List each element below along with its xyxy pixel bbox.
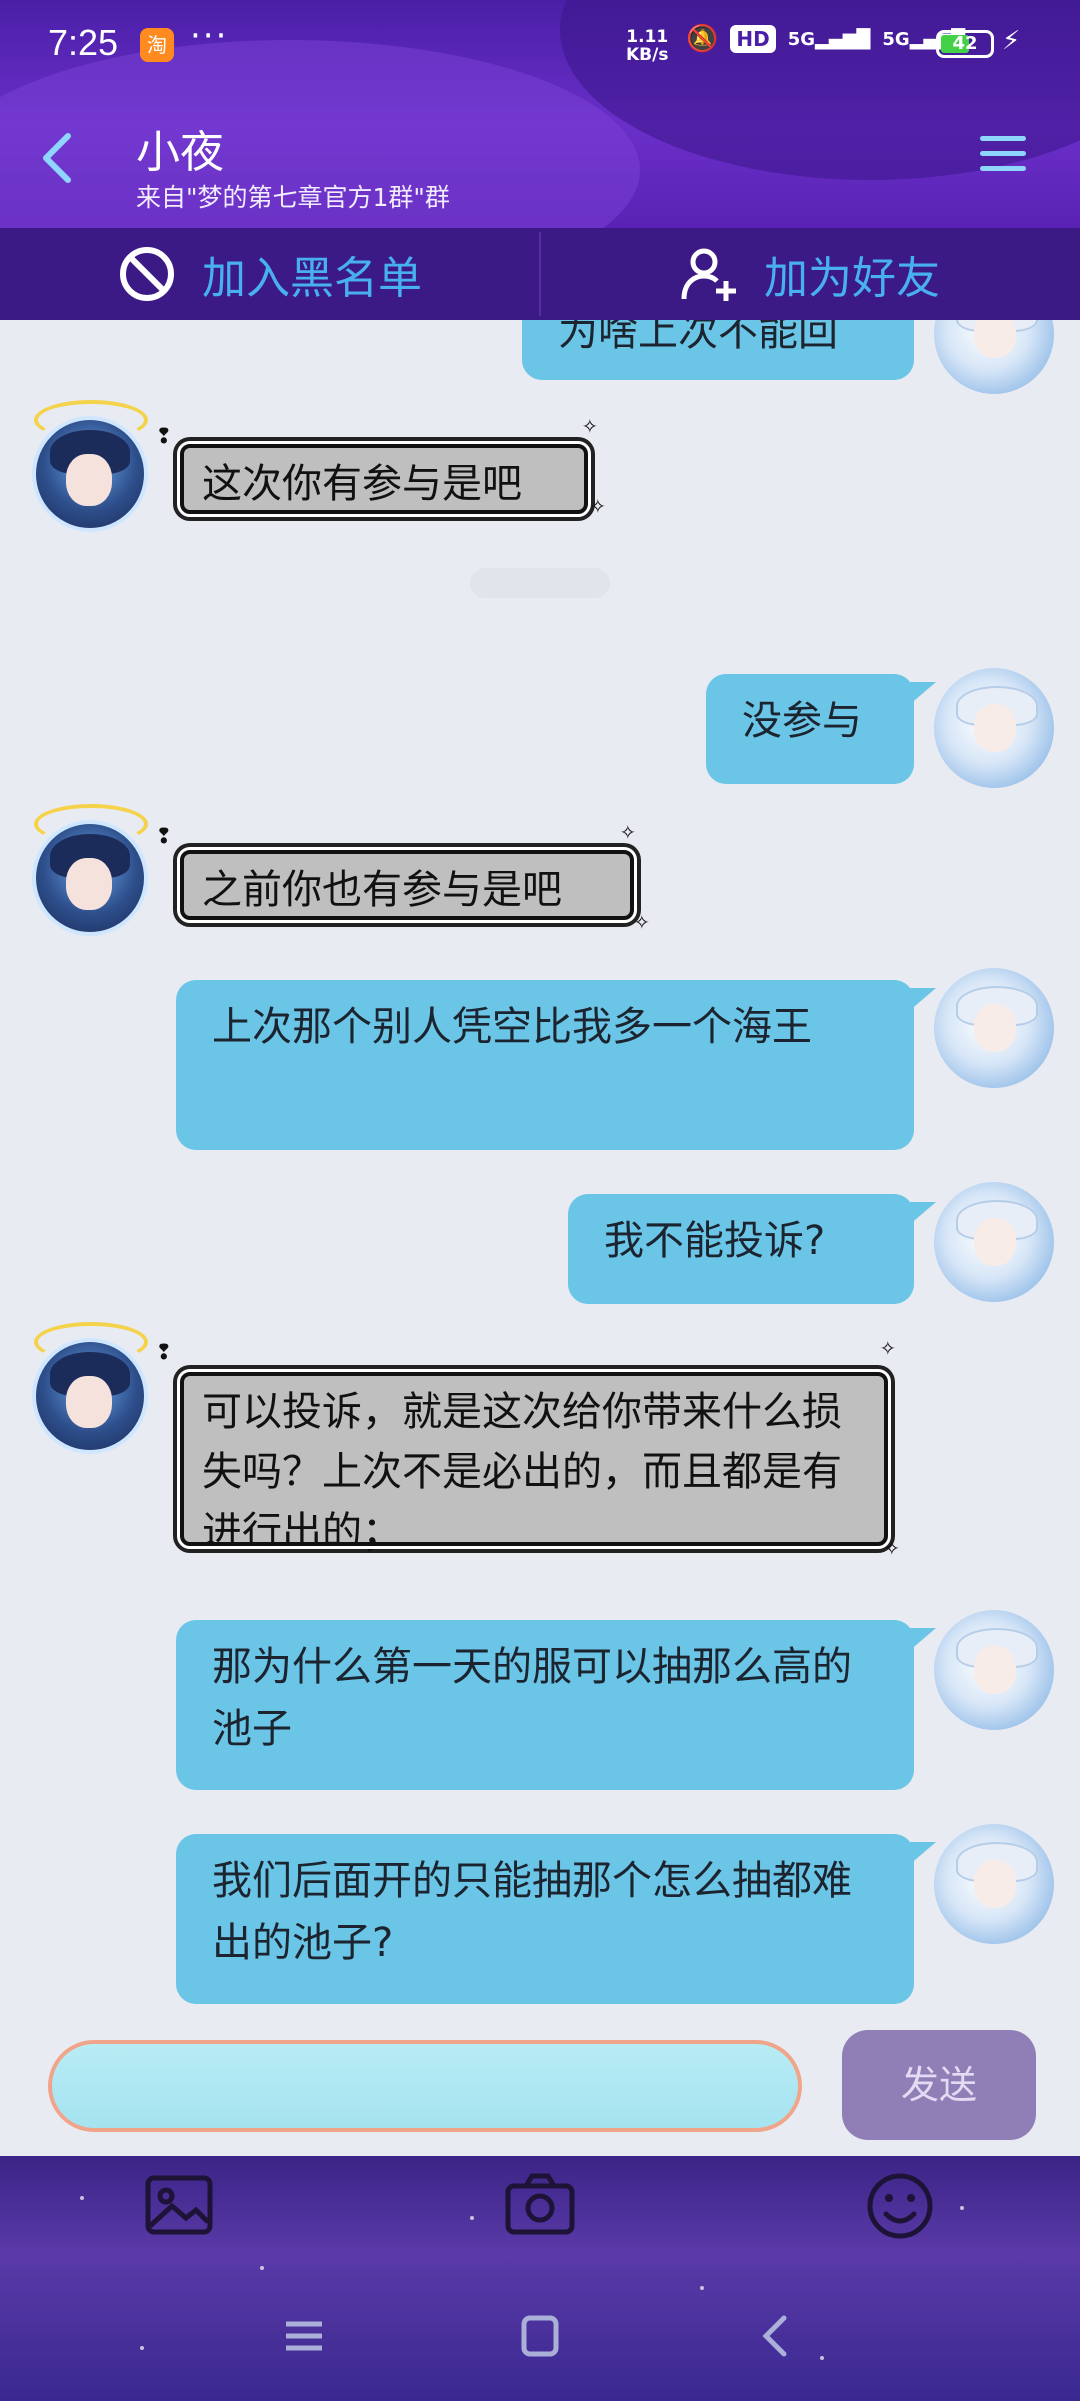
- bubble-decoration: ✧: [884, 1532, 900, 1562]
- status-icons: 🔕 HD 5G▂▄▆█ 5G▂▄▆█: [686, 24, 965, 54]
- bubble-decoration: ❢: [156, 420, 172, 450]
- add-to-blacklist-button[interactable]: 加入黑名单: [118, 228, 422, 320]
- image-icon: [145, 2175, 213, 2235]
- chat-title: 小夜: [136, 127, 224, 178]
- message-bubble-sent[interactable]: 我们后面开的只能抽那个怎么抽都难出的池子?: [176, 1834, 936, 2004]
- status-time: 7:25: [48, 22, 119, 63]
- back-button[interactable]: [34, 128, 82, 188]
- nav-home-button[interactable]: [510, 2306, 570, 2366]
- nav-back-button[interactable]: [746, 2306, 806, 2366]
- battery-icon: 42: [936, 30, 994, 58]
- divider: [539, 232, 541, 316]
- emoji-button[interactable]: [862, 2168, 938, 2244]
- message-bubble-sent[interactable]: 没参与: [706, 674, 936, 784]
- chat-header: 7:25 淘 ··· 1.11 KB/s 🔕 HD 5G▂▄▆█ 5G▂▄▆█ …: [0, 0, 1080, 228]
- nav-recents-button[interactable]: [274, 2306, 334, 2366]
- network-speed: 1.11 KB/s: [626, 27, 669, 65]
- bubble-decoration: ❢: [156, 1336, 172, 1366]
- time-divider: [470, 568, 610, 598]
- message-bubble-sent[interactable]: 为啥上次不能回: [522, 320, 914, 380]
- camera-icon: [505, 2173, 575, 2235]
- hd-voice-icon: HD: [730, 25, 776, 53]
- sender-avatar[interactable]: [32, 1322, 148, 1454]
- menu-button[interactable]: [980, 136, 1026, 176]
- add-person-icon: [681, 248, 736, 301]
- camera-button[interactable]: [502, 2168, 578, 2244]
- hamburger-menu-icon: [980, 136, 1026, 171]
- chevron-left-icon: [43, 133, 71, 183]
- send-button[interactable]: 发送: [842, 2030, 1036, 2140]
- add-friend-label: 加为好友: [764, 253, 940, 304]
- bubble-decoration: ✧: [582, 410, 598, 440]
- image-button[interactable]: [142, 2168, 218, 2244]
- sender-avatar[interactable]: [32, 804, 148, 936]
- message-bubble-sent[interactable]: 那为什么第一天的服可以抽那么高的池子: [176, 1620, 936, 1790]
- message-input[interactable]: [48, 2040, 802, 2132]
- my-avatar[interactable]: [934, 1610, 1054, 1730]
- chat-subtitle: 来自"梦的第七章官方1群"群: [136, 183, 450, 212]
- blacklist-label: 加入黑名单: [202, 253, 422, 304]
- recents-icon: [286, 2321, 322, 2351]
- my-avatar[interactable]: [934, 968, 1054, 1088]
- taobao-notification-icon: 淘: [140, 28, 174, 62]
- bubble-decoration: ✧: [634, 906, 650, 936]
- message-bubble-received[interactable]: 之前你也有参与是吧: [177, 847, 637, 923]
- bubble-decoration: ✧: [880, 1332, 896, 1362]
- back-arrow-icon: [762, 2315, 787, 2357]
- emoji-icon: [867, 2173, 933, 2239]
- stranger-action-bar: 加入黑名单 加为好友: [0, 228, 1080, 320]
- my-avatar[interactable]: [934, 1182, 1054, 1302]
- bubble-decoration: ❢: [156, 820, 172, 850]
- bubble-decoration: ✧: [590, 490, 606, 520]
- bubble-decoration: ✧: [620, 816, 636, 846]
- mute-bell-icon: 🔕: [686, 24, 719, 54]
- message-bubble-sent[interactable]: 我不能投诉?: [568, 1194, 936, 1304]
- status-bar: 7:25 淘 ··· 1.11 KB/s 🔕 HD 5G▂▄▆█ 5G▂▄▆█ …: [0, 0, 1080, 90]
- block-icon: [120, 247, 174, 301]
- message-bubble-sent[interactable]: 上次那个别人凭空比我多一个海王: [176, 980, 936, 1150]
- add-friend-button[interactable]: 加为好友: [680, 228, 940, 320]
- signal-icon: 5G▂▄▆█: [787, 28, 871, 50]
- home-icon: [521, 2315, 559, 2357]
- sender-avatar[interactable]: [32, 400, 148, 532]
- my-avatar[interactable]: [934, 320, 1054, 394]
- my-avatar[interactable]: [934, 668, 1054, 788]
- message-bubble-received[interactable]: 可以投诉，就是这次给你带来什么损失吗？上次不是必出的，而且都是有进行出的；: [177, 1369, 891, 1555]
- charging-icon: ⚡: [1002, 26, 1021, 56]
- my-avatar[interactable]: [934, 1824, 1054, 1944]
- message-bubble-received[interactable]: 这次你有参与是吧: [177, 441, 591, 517]
- message-list[interactable]: 为啥上次不能回 ❢ ✧ 这次你有参与是吧 ✧ 没参与 ❢ ✧ 之前你也有参与是吧…: [0, 320, 1080, 2040]
- bottom-panel: [0, 2156, 1080, 2401]
- more-notifications-icon: ···: [190, 16, 229, 56]
